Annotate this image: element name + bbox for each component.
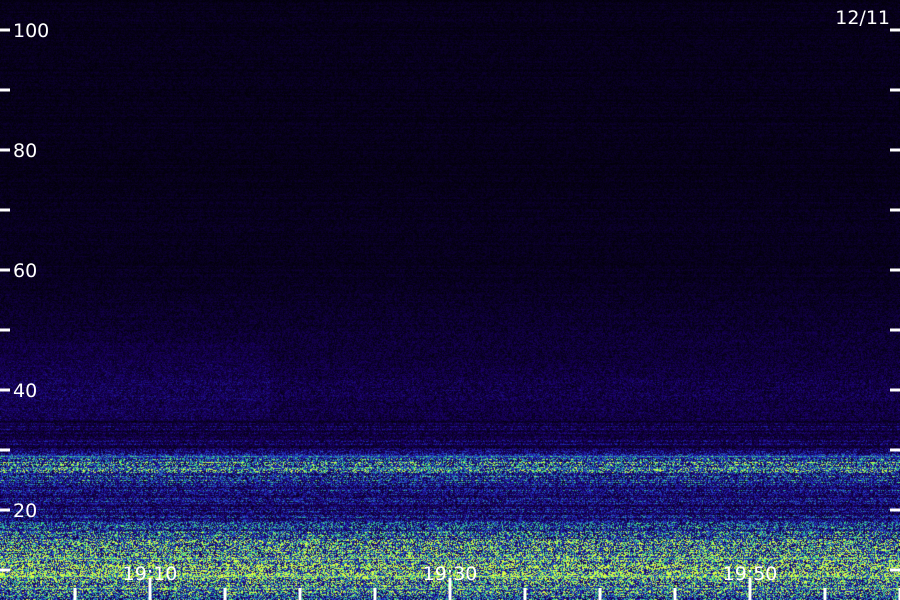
y-tick-label: 40 xyxy=(13,380,37,402)
spectrogram-axes: 100 80 60 40 20 19:10 19:30 19:50 12/11 xyxy=(0,7,900,600)
date-label: 12/11 xyxy=(835,7,890,29)
x-tick-label: 19:10 xyxy=(123,563,178,585)
y-axis-left: 100 80 60 40 20 xyxy=(0,20,49,572)
y-tick-label: 100 xyxy=(13,20,49,42)
y-tick-label: 60 xyxy=(13,260,37,282)
y-tick-label: 20 xyxy=(13,500,37,522)
x-tick-label: 19:30 xyxy=(423,563,478,585)
y-tick-label: 80 xyxy=(13,140,37,162)
x-tick-label: 19:50 xyxy=(723,563,778,585)
x-axis: 19:10 19:30 19:50 xyxy=(73,563,900,600)
y-axis-right xyxy=(890,28,900,572)
